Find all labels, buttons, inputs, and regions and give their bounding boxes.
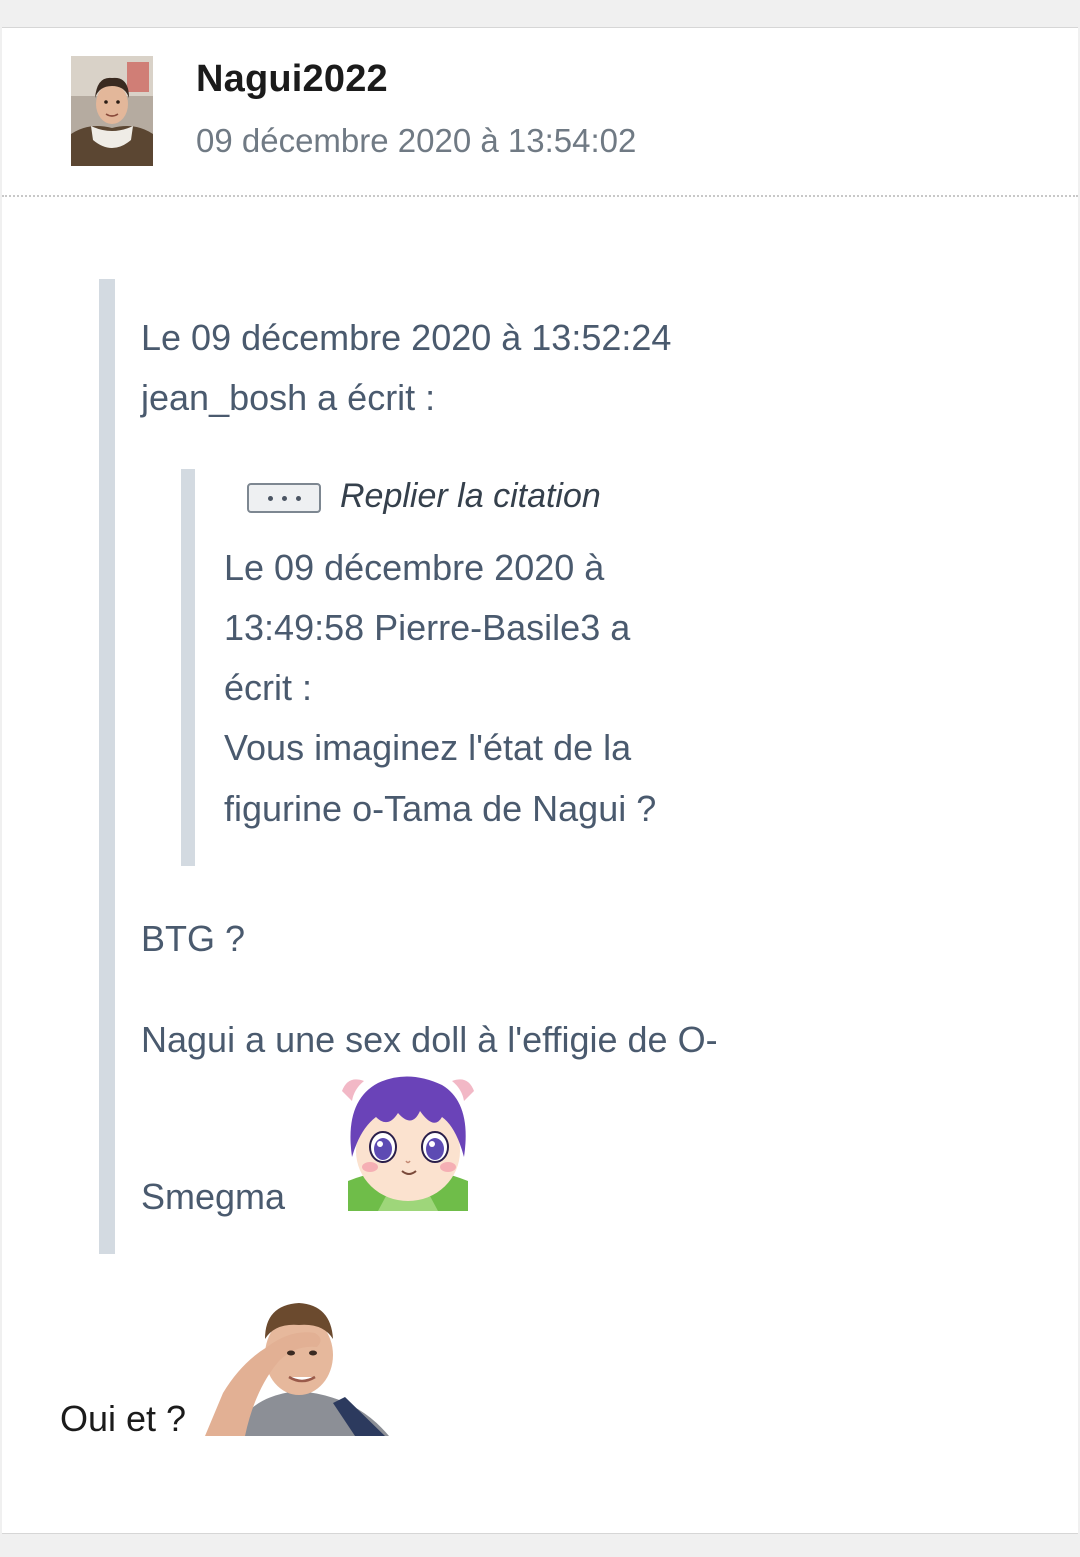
avatar-image [71, 56, 153, 166]
post-header: Nagui2022 09 décembre 2020 à 13:54:02 [2, 28, 1078, 197]
quote-header-line1: Le 09 décembre 2020 à 13:52:24 [141, 317, 672, 358]
facepalm-sticker [205, 1293, 391, 1436]
collapse-quote-label[interactable]: Replier la citation [340, 477, 601, 516]
quote-header-line2: jean_bosh a écrit : [141, 377, 436, 418]
collapse-quote-button[interactable] [247, 483, 321, 513]
ellipsis-icon [267, 495, 273, 501]
reply-text: Oui et ? [60, 1398, 187, 1439]
anime-girl-sticker [338, 1071, 478, 1211]
quote-bar-inner [181, 469, 195, 866]
outer-quote-line: Nagui a une sex doll à l'effigie de O- [141, 1019, 718, 1060]
inner-quote-line: Vous imaginez l'état de la [224, 727, 632, 768]
inner-quote-line: écrit : [224, 667, 313, 708]
forum-post: Nagui2022 09 décembre 2020 à 13:54:02 Le… [2, 27, 1078, 1534]
outer-quote-line: BTG ? [141, 918, 246, 959]
quote-bar-outer [99, 279, 115, 1254]
post-date[interactable]: 09 décembre 2020 à 13:54:02 [196, 122, 636, 160]
avatar[interactable] [71, 56, 153, 166]
post-author[interactable]: Nagui2022 [196, 58, 388, 101]
outer-quote-line: Smegma [141, 1176, 286, 1217]
inner-quote-line: Le 09 décembre 2020 à [224, 547, 605, 588]
inner-quote-line: figurine o-Tama de Nagui ? [224, 788, 657, 829]
inner-quote-line: 13:49:58 Pierre-Basile3 a [224, 607, 631, 648]
